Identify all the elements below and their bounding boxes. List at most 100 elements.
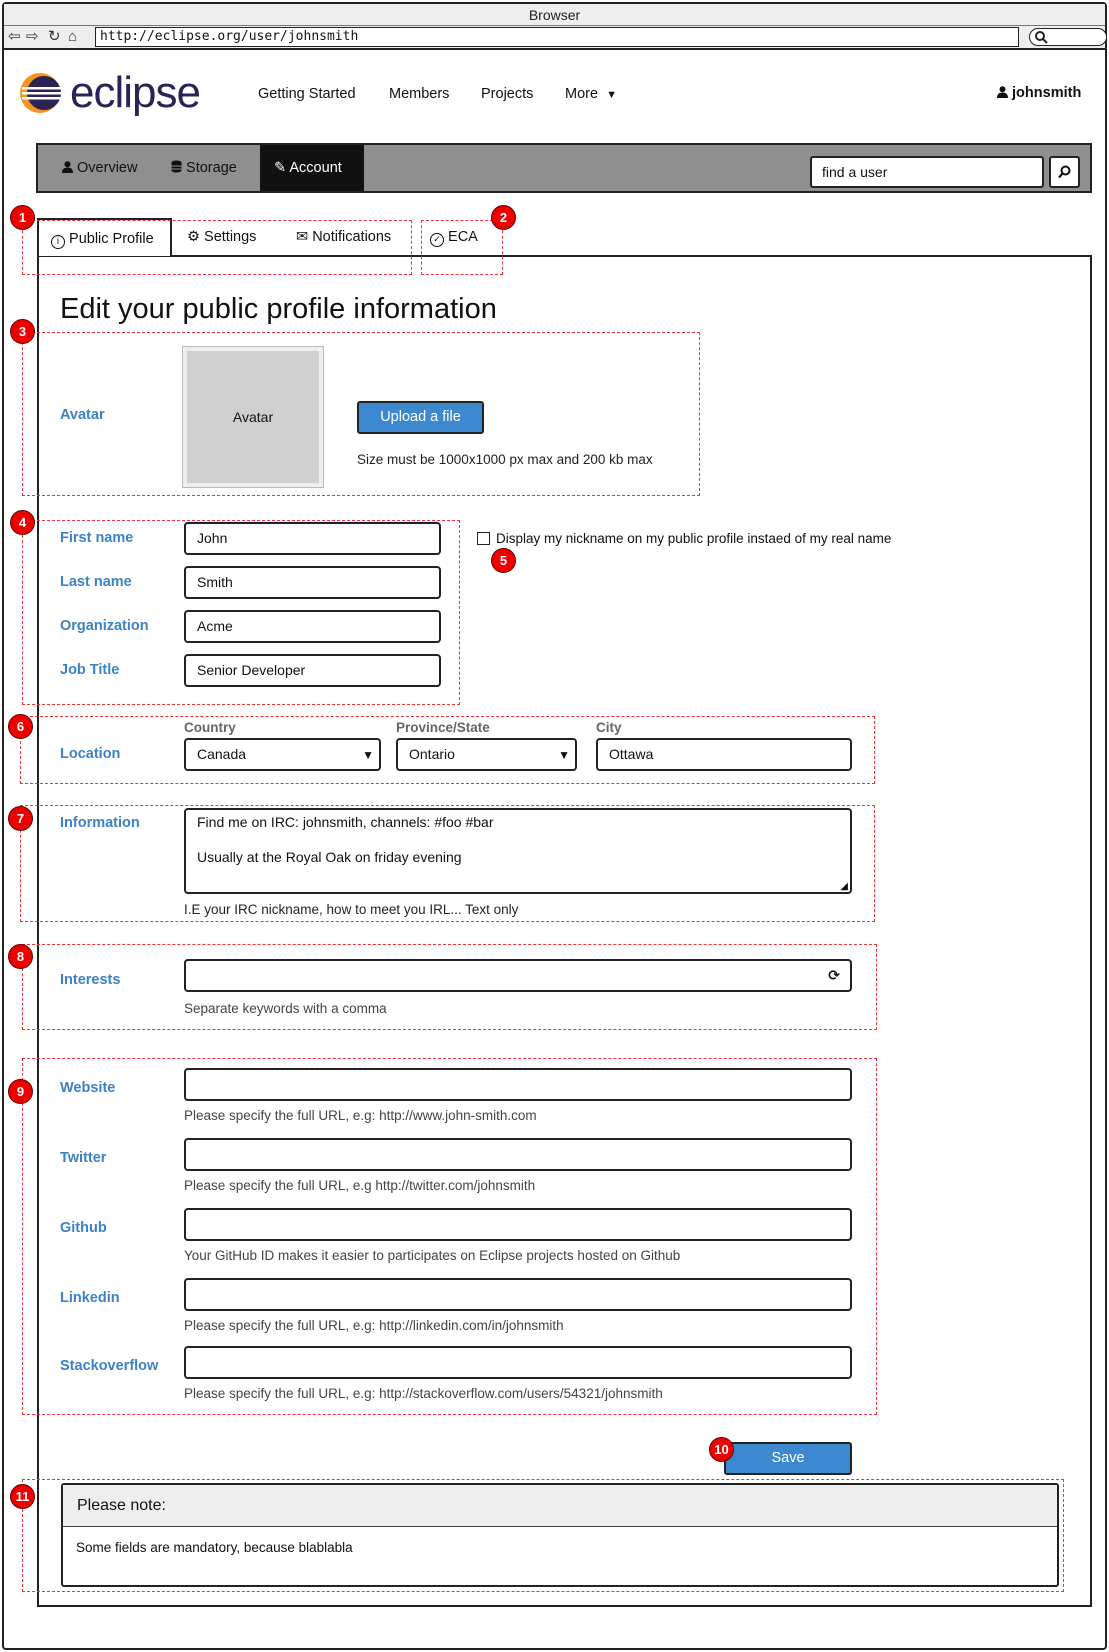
annotation-box-1 [22, 220, 412, 275]
find-user-button[interactable] [1049, 156, 1080, 188]
refresh-icon[interactable]: ⟳ [828, 961, 840, 989]
last-name-field[interactable]: Smith [184, 566, 441, 599]
linkedin-field[interactable] [184, 1278, 852, 1311]
account-bar: Overview Storage ✎ Account find a user [36, 143, 1092, 193]
pencil-icon: ✎ [274, 160, 287, 176]
interests-hint: Separate keywords with a comma [184, 1001, 387, 1016]
job-title-label: Job Title [60, 662, 120, 678]
country-select[interactable]: Canada ▼ [184, 738, 381, 771]
province-select[interactable]: Ontario ▼ [396, 738, 577, 771]
province-value: Ontario [409, 746, 455, 762]
organization-field[interactable]: Acme [184, 610, 441, 643]
stackoverflow-field[interactable] [184, 1346, 852, 1379]
tab-overview-label: Overview [77, 160, 138, 176]
information-hint: I.E your IRC nickname, how to meet you I… [184, 902, 519, 917]
annotation-badge-11: 11 [10, 1484, 35, 1509]
annotation-badge-9: 9 [8, 1079, 33, 1104]
browser-toolbar: ⇦ ⇨ ↻ ⌂ http://eclipse.org/user/johnsmit… [4, 26, 1107, 50]
avatar-label: Avatar [60, 407, 105, 423]
stackoverflow-hint: Please specify the full URL, e.g: http:/… [184, 1386, 663, 1401]
database-icon [171, 160, 182, 173]
twitter-label: Twitter [60, 1150, 107, 1166]
nav-more-label: More [565, 86, 599, 102]
organization-label: Organization [60, 618, 149, 634]
caret-down-icon: ▼ [606, 89, 617, 101]
annotation-badge-6: 6 [8, 714, 33, 739]
country-label: Country [184, 720, 236, 735]
user-menu[interactable]: johnsmith [997, 85, 1081, 101]
caret-down-icon: ▼ [362, 748, 374, 762]
browser-search-field[interactable] [1029, 28, 1107, 46]
city-label: City [596, 720, 622, 735]
github-hint: Your GitHub ID makes it easier to partic… [184, 1248, 681, 1263]
github-label: Github [60, 1220, 107, 1236]
twitter-hint: Please specify the full URL, e.g http://… [184, 1178, 536, 1193]
nav-getting-started[interactable]: Getting Started [258, 86, 356, 102]
avatar-placeholder[interactable]: Avatar [182, 346, 324, 488]
location-label: Location [60, 746, 121, 762]
search-icon [1058, 165, 1071, 179]
first-name-field[interactable]: John [184, 522, 441, 555]
last-name-label: Last name [60, 574, 132, 590]
note-body: Some fields are mandatory, because blabl… [76, 1540, 353, 1555]
nickname-checkbox-label[interactable]: Display my nickname on my public profile… [496, 531, 891, 546]
city-field[interactable]: Ottawa [596, 738, 852, 771]
nav-more[interactable]: More ▼ [565, 86, 617, 102]
information-line-1: Find me on IRC: johnsmith, channels: #fo… [197, 814, 494, 830]
linkedin-label: Linkedin [60, 1290, 120, 1306]
user-icon [62, 161, 73, 173]
tab-storage[interactable]: Storage [163, 145, 253, 191]
user-icon [997, 86, 1008, 98]
note-title: Please note: [63, 1485, 1057, 1527]
logo-text[interactable]: eclipse [70, 68, 201, 118]
annotation-box-2 [421, 220, 503, 275]
annotation-badge-10: 10 [709, 1437, 734, 1462]
note-panel: Please note: Some fields are mandatory, … [61, 1483, 1059, 1587]
tab-account-label: Account [289, 160, 342, 176]
find-user-input[interactable]: find a user [810, 156, 1044, 188]
nickname-checkbox[interactable] [477, 532, 490, 545]
province-label: Province/State [396, 720, 490, 735]
website-field[interactable] [184, 1068, 852, 1101]
twitter-field[interactable] [184, 1138, 852, 1171]
tab-storage-label: Storage [186, 160, 237, 176]
information-textarea[interactable]: Find me on IRC: johnsmith, channels: #fo… [184, 808, 852, 894]
username: johnsmith [1012, 85, 1082, 101]
caret-down-icon: ▼ [558, 748, 570, 762]
github-field[interactable] [184, 1208, 852, 1241]
tab-account[interactable]: ✎ Account [260, 145, 364, 191]
browser-title: Browser [4, 4, 1105, 26]
page-title: Edit your public profile information [60, 293, 497, 325]
tab-overview[interactable]: Overview [52, 145, 152, 191]
information-line-2: Usually at the Royal Oak on friday eveni… [197, 849, 462, 865]
resize-handle-icon[interactable]: ◢ [840, 882, 848, 892]
annotation-badge-5: 5 [491, 548, 516, 573]
annotation-badge-4: 4 [10, 510, 35, 535]
nav-members[interactable]: Members [389, 86, 449, 102]
first-name-label: First name [60, 530, 134, 546]
search-icon [1035, 31, 1048, 44]
upload-file-button[interactable]: Upload a file [357, 401, 484, 434]
interests-field[interactable]: ⟳ [184, 959, 852, 992]
nav-projects[interactable]: Projects [481, 86, 533, 102]
website-label: Website [60, 1080, 116, 1096]
save-button[interactable]: Save [724, 1442, 852, 1475]
eclipse-logo-icon[interactable] [19, 72, 63, 114]
stackoverflow-label: Stackoverflow [60, 1358, 159, 1374]
annotation-badge-7: 7 [8, 806, 33, 831]
annotation-badge-3: 3 [10, 319, 35, 344]
annotation-badge-2: 2 [491, 205, 516, 230]
home-icon[interactable]: ⌂ [68, 28, 77, 46]
interests-label: Interests [60, 972, 121, 988]
forward-icon[interactable]: ⇨ [26, 28, 39, 46]
website-hint: Please specify the full URL, e.g: http:/… [184, 1108, 537, 1123]
job-title-field[interactable]: Senior Developer [184, 654, 441, 687]
linkedin-hint: Please specify the full URL, e.g: http:/… [184, 1318, 564, 1333]
reload-icon[interactable]: ↻ [48, 28, 61, 46]
annotation-badge-1: 1 [10, 205, 35, 230]
avatar-hint: Size must be 1000x1000 px max and 200 kb… [357, 452, 653, 467]
annotation-badge-8: 8 [8, 944, 33, 969]
information-label: Information [60, 815, 140, 831]
url-bar[interactable]: http://eclipse.org/user/johnsmith [95, 27, 1019, 47]
back-icon[interactable]: ⇦ [8, 28, 21, 46]
